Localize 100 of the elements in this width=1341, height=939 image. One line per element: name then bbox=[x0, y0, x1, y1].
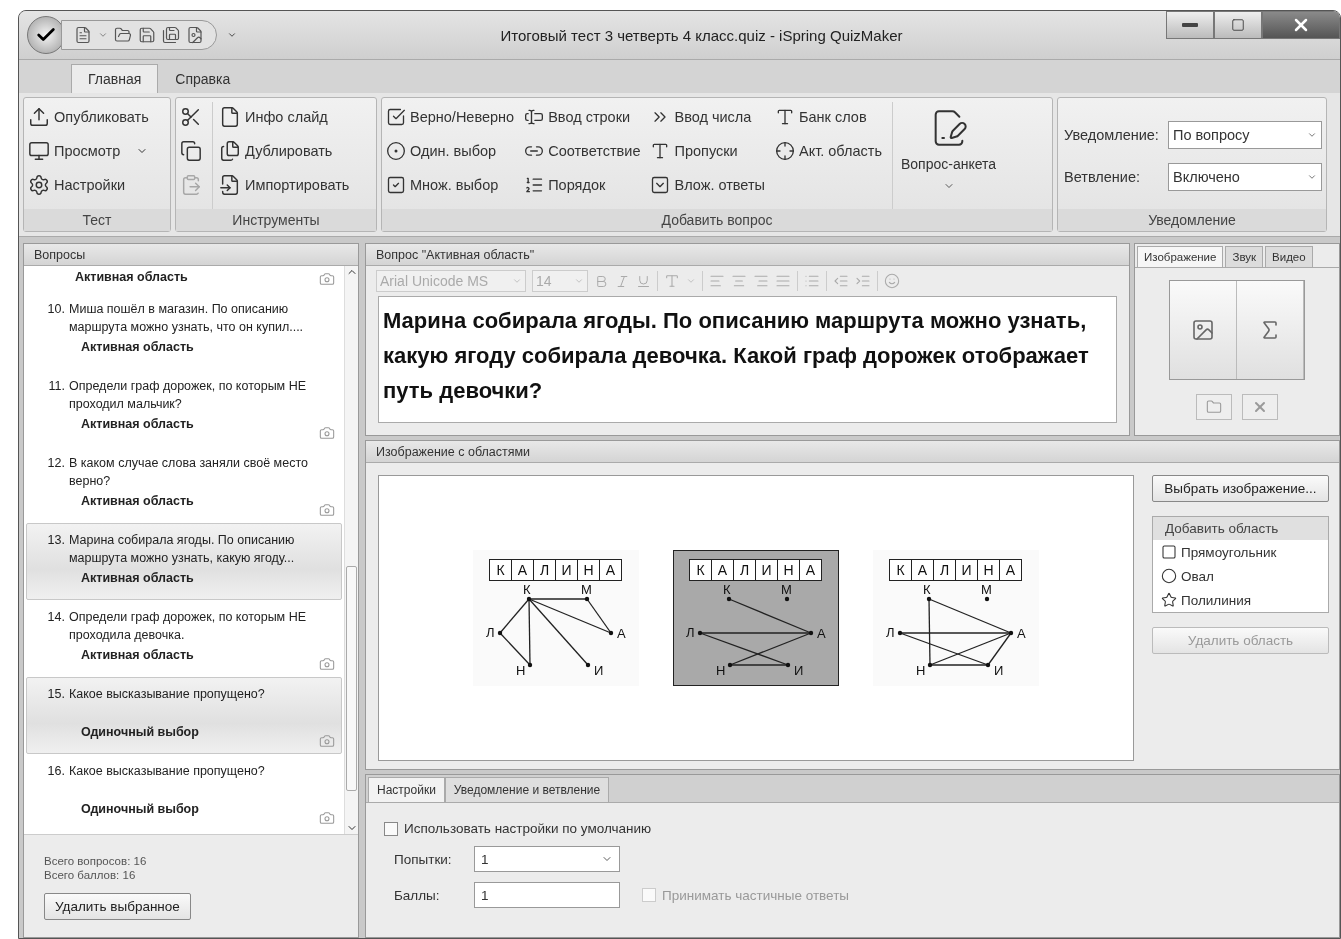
copy-icon bbox=[180, 140, 202, 162]
question-text-field[interactable]: Марина собирала ягоды. По описанию маршрута можно узнать, какую ягоду собирала девочка. Какой граф дорожек отображает путь девочки? bbox=[378, 296, 1117, 423]
letter-icon bbox=[775, 107, 795, 127]
letter-icon bbox=[664, 273, 680, 289]
ribbon-button[interactable]: Верно/Неверно bbox=[386, 102, 517, 132]
letter-tile: К bbox=[689, 559, 712, 581]
group-title: Инструменты bbox=[176, 209, 376, 231]
node-label: А bbox=[817, 626, 826, 641]
choose-image-button[interactable]: Выбрать изображение... bbox=[1152, 475, 1329, 502]
paste-icon bbox=[180, 174, 202, 196]
area-shape-item[interactable]: Прямоугольник bbox=[1153, 540, 1328, 564]
attempts-dropdown[interactable]: 1 bbox=[474, 846, 620, 872]
group-title: Уведомление bbox=[1058, 209, 1326, 231]
question-number: 15. bbox=[46, 686, 65, 703]
ribbon-button[interactable]: Опубликовать bbox=[28, 102, 151, 132]
import-icon bbox=[219, 174, 241, 196]
settings-tab[interactable]: Уведомление и ветвление bbox=[444, 777, 610, 802]
media-tab[interactable]: Видео bbox=[1265, 246, 1313, 267]
letter-tile: И bbox=[755, 559, 778, 581]
settings-tab[interactable]: Настройки bbox=[368, 777, 445, 802]
ribbon-button[interactable]: Множ. выбор bbox=[386, 170, 517, 200]
question-text: Какое высказывание пропущено? bbox=[69, 686, 266, 703]
open-button[interactable] bbox=[1196, 394, 1232, 420]
dropdown-field[interactable]: По вопросу bbox=[1168, 120, 1322, 149]
maximize-icon bbox=[1231, 18, 1245, 32]
question-item[interactable]: 15. Какое высказывание пропущено? Одиночный выбор bbox=[26, 677, 342, 754]
align-left-icon bbox=[709, 273, 725, 289]
upload-icon bbox=[28, 106, 50, 128]
ribbon-button[interactable]: Один. выбор bbox=[386, 136, 517, 166]
field-label: Попытки: bbox=[393, 851, 453, 867]
question-text: Какое высказывание пропущено? bbox=[69, 763, 266, 780]
ribbon-tab[interactable]: Главная bbox=[71, 64, 159, 93]
caret-icon bbox=[512, 276, 522, 286]
node-label: Н bbox=[516, 663, 526, 678]
radio-icon bbox=[386, 141, 406, 161]
question-type: Одиночный выбор bbox=[81, 802, 199, 816]
remove-button[interactable] bbox=[1242, 394, 1278, 420]
page-icon bbox=[219, 106, 241, 128]
delete-selected-button[interactable]: Удалить выбранное bbox=[44, 893, 191, 920]
question-type: Активная область bbox=[81, 571, 194, 585]
points-total: Всего баллов: 16 bbox=[44, 869, 137, 881]
image-file-icon bbox=[186, 26, 204, 44]
media-tab[interactable]: Изображение bbox=[1137, 246, 1224, 267]
node-label: А bbox=[617, 626, 626, 641]
ribbon-button[interactable]: Порядок bbox=[524, 170, 643, 200]
letter-tile: И bbox=[555, 559, 578, 581]
indent-icon bbox=[855, 273, 871, 289]
scrollbar[interactable] bbox=[344, 266, 358, 834]
letter-tile: Л bbox=[933, 559, 956, 581]
letter-tile: А bbox=[599, 559, 622, 581]
question-text: Определи граф дорожек, по которым НЕ проходила девочка. bbox=[69, 609, 308, 644]
node-label: Л bbox=[486, 625, 495, 640]
dropdown-field[interactable]: Включено bbox=[1168, 162, 1322, 191]
folder-icon bbox=[1206, 399, 1222, 415]
node-label: И bbox=[794, 663, 804, 678]
media-tab[interactable]: Звук bbox=[1225, 246, 1264, 267]
ribbon-button[interactable]: Просмотр bbox=[28, 136, 151, 166]
node-label: М bbox=[581, 585, 592, 597]
graph-panel[interactable]: К А Л И Н А К М Л А Н И bbox=[473, 550, 639, 686]
ribbon-button[interactable]: Инфо слайд bbox=[219, 102, 352, 132]
document-icon bbox=[74, 26, 92, 44]
letter-tile: И bbox=[955, 559, 978, 581]
panel-title: Изображение с областями bbox=[366, 441, 1339, 463]
caret-icon bbox=[686, 276, 696, 286]
question-text: В каком случае слова заняли своё место верно? bbox=[69, 455, 309, 490]
node-label: М bbox=[781, 585, 792, 597]
save-icon bbox=[138, 26, 156, 44]
camera-icon bbox=[319, 502, 335, 518]
maximize-button[interactable] bbox=[1214, 11, 1262, 39]
ribbon-tab[interactable]: Справка bbox=[158, 64, 248, 93]
node-label: Л bbox=[686, 625, 695, 640]
panel-title: Вопросы bbox=[24, 244, 358, 266]
letter-tile: А bbox=[911, 559, 934, 581]
ribbon-button[interactable]: Пропуски bbox=[650, 136, 767, 166]
caret-icon bbox=[574, 276, 584, 286]
graph-panel[interactable]: К А Л И Н А К М Л А Н И bbox=[873, 550, 1039, 686]
ribbon-button[interactable]: Соответствие bbox=[524, 136, 643, 166]
ribbon-button[interactable]: Акт. область bbox=[775, 136, 884, 166]
ribbon-button[interactable]: Банк слов bbox=[775, 102, 884, 132]
monitor-icon bbox=[28, 140, 50, 162]
area-shape-item[interactable]: Полилиния bbox=[1153, 588, 1328, 612]
camera-icon bbox=[319, 425, 335, 441]
graph-panel[interactable]: К А Л И Н А К М Л А Н И bbox=[673, 550, 839, 686]
group-title: Добавить вопрос bbox=[382, 209, 1052, 231]
ribbon-button[interactable]: Ввод числа bbox=[650, 102, 767, 132]
question-item[interactable]: 13. Марина собирала ягоды. По описанию маршрута можно узнать, какую ягоду... Активная область bbox=[26, 523, 342, 600]
minimize-button[interactable] bbox=[1166, 11, 1214, 39]
ribbon-button[interactable]: Влож. ответы bbox=[650, 170, 767, 200]
checkbox[interactable] bbox=[384, 821, 398, 836]
ribbon-button[interactable]: Дублировать bbox=[219, 136, 352, 166]
ribbon-button[interactable]: Настройки bbox=[28, 170, 151, 200]
save-all-icon bbox=[162, 26, 180, 44]
points-field[interactable]: 1 bbox=[474, 882, 620, 908]
camera-icon bbox=[319, 271, 335, 287]
letter-tile: К bbox=[889, 559, 912, 581]
close-button[interactable] bbox=[1262, 11, 1340, 39]
area-shape-item[interactable]: Овал bbox=[1153, 564, 1328, 588]
ribbon-button[interactable]: Импортировать bbox=[219, 170, 352, 200]
ribbon-button[interactable]: Ввод строки bbox=[524, 102, 643, 132]
add-area-title: Добавить область bbox=[1153, 517, 1328, 540]
